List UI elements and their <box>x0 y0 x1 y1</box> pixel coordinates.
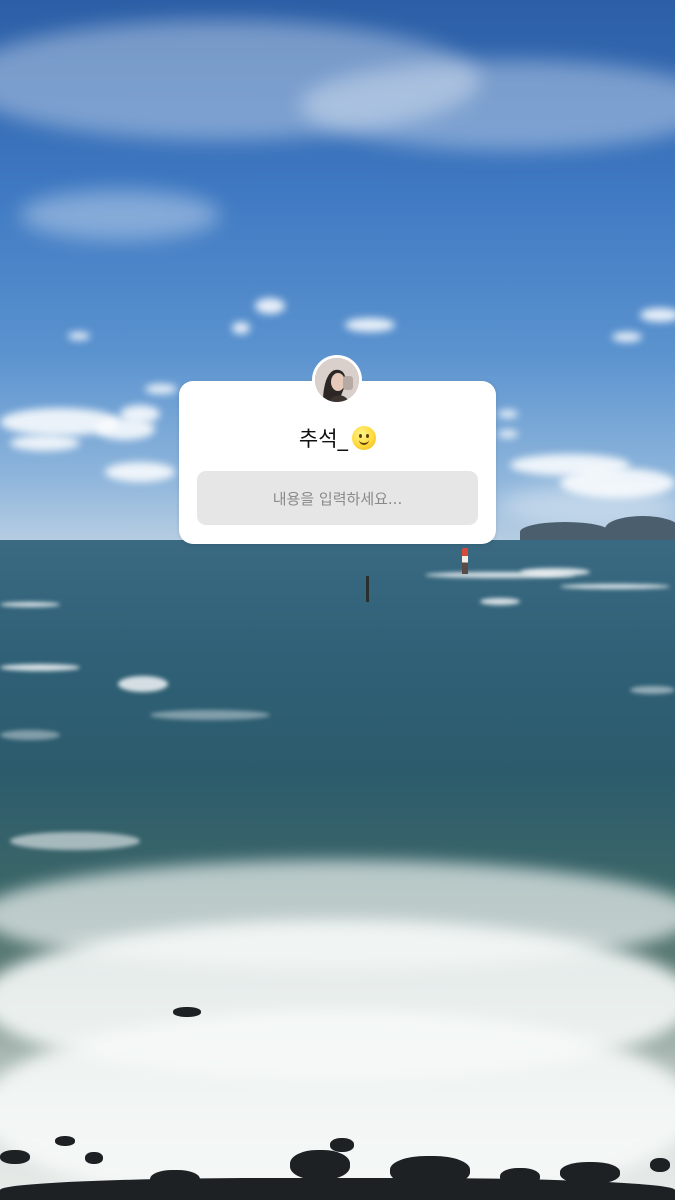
question-sticker[interactable]: 추석_ 내용을 입력하세요... <box>179 381 496 544</box>
profile-avatar[interactable] <box>312 355 362 405</box>
answer-input[interactable]: 내용을 입력하세요... <box>197 471 478 525</box>
channel-marker <box>366 576 369 602</box>
sea-background <box>0 540 675 1200</box>
avatar-photo <box>315 358 359 402</box>
story-screen: 추석_ 내용을 입력하세요... <box>0 0 675 1200</box>
answer-input-placeholder: 내용을 입력하세요... <box>272 489 403 508</box>
sticker-title: 추석_ <box>179 425 496 453</box>
sticker-title-text: 추석_ <box>298 427 349 451</box>
shore-rocks <box>0 1130 675 1200</box>
slightly-smiling-face-icon <box>352 426 377 450</box>
buoy <box>461 548 469 574</box>
